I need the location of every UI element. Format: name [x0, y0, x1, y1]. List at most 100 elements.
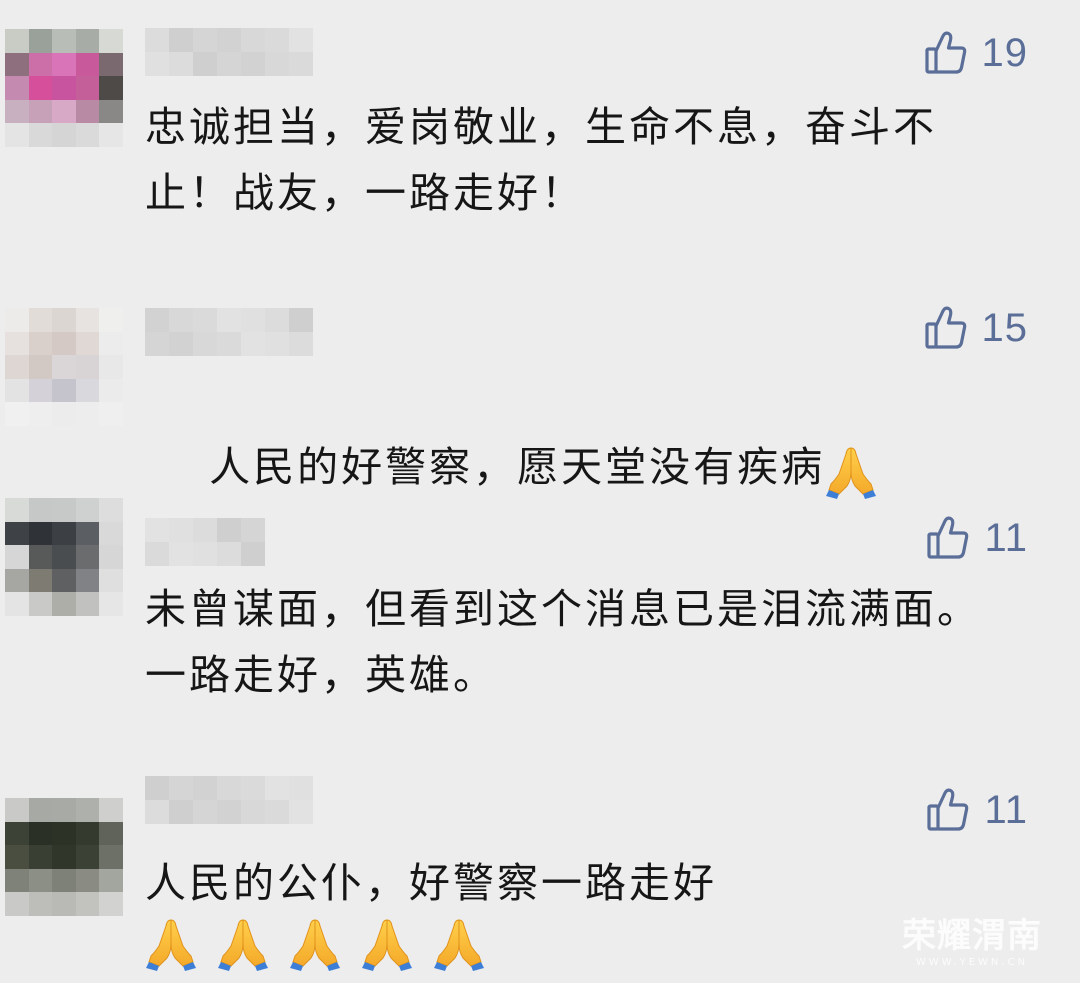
avatar-pixel — [99, 521, 123, 546]
name-pixel — [169, 542, 193, 566]
name-pixel — [289, 308, 313, 332]
name-pixel — [217, 776, 241, 800]
name-pixel — [241, 518, 265, 542]
avatar-pixel — [52, 545, 76, 569]
avatar-pixel — [99, 868, 123, 893]
avatar-pixel — [99, 845, 123, 869]
folded-hands-icon — [217, 916, 269, 972]
avatar-pixel — [52, 892, 76, 916]
avatar[interactable] — [5, 29, 123, 147]
name-pixel — [145, 518, 169, 542]
avatar-pixel — [28, 29, 53, 53]
name-pixel — [145, 800, 169, 824]
avatar-pixel — [75, 521, 100, 546]
comment-text-body: 人民的好警察，愿天堂没有疾病 — [209, 443, 826, 491]
name-pixel — [289, 776, 313, 800]
avatar-pixel — [28, 798, 53, 822]
avatar-pixel — [28, 402, 53, 426]
like-button[interactable]: 15 — [924, 305, 1029, 351]
avatar-pixel — [52, 308, 76, 332]
name-pixel — [241, 542, 265, 566]
like-button[interactable]: 19 — [924, 30, 1029, 76]
username-blurred[interactable] — [145, 518, 265, 566]
name-pixel — [241, 800, 265, 824]
avatar[interactable] — [5, 798, 123, 916]
avatar[interactable] — [5, 308, 123, 426]
name-pixel — [193, 332, 217, 356]
username-blurred[interactable] — [145, 776, 335, 824]
thumbs-up-icon — [926, 515, 970, 561]
name-pixel — [265, 28, 289, 52]
name-pixel — [169, 800, 193, 824]
folded-hands-icon — [145, 916, 197, 972]
name-pixel — [241, 332, 265, 356]
avatar-pixel — [52, 29, 76, 53]
like-button[interactable]: 11 — [926, 787, 1028, 833]
avatar-pixel — [99, 498, 123, 522]
avatar-pixel — [75, 331, 100, 356]
avatar-pixel — [28, 498, 53, 522]
avatar-pixel — [99, 29, 123, 53]
avatar-pixel — [28, 308, 53, 332]
avatar-pixel — [5, 378, 29, 403]
avatar-pixel — [28, 52, 53, 77]
avatar-pixel — [75, 592, 100, 616]
avatar-pixel — [75, 378, 100, 403]
avatar-pixel — [28, 892, 53, 916]
name-pixel — [193, 52, 217, 76]
avatar-pixel — [5, 99, 29, 124]
avatar-pixel — [99, 402, 123, 426]
avatar-pixel — [5, 868, 29, 893]
avatar-pixel — [75, 498, 100, 522]
avatar-pixel — [99, 378, 123, 403]
comment-text: 人民的公仆，好警察一路走好 — [145, 859, 717, 907]
avatar-pixel — [5, 331, 29, 356]
avatar-pixel — [52, 592, 76, 616]
comment-text: 忠诚担当，爱岗敬业，生命不息，奋斗不止！战友，一路走好！ — [145, 103, 937, 217]
avatar-pixel — [5, 498, 29, 522]
username-blurred[interactable] — [145, 308, 335, 356]
name-pixel — [289, 52, 313, 76]
avatar-pixel — [52, 378, 76, 403]
avatar-pixel — [5, 521, 29, 546]
avatar-pixel — [28, 545, 53, 569]
avatar-pixel — [28, 521, 53, 546]
avatar-pixel — [52, 521, 76, 546]
avatar-pixel — [75, 123, 100, 147]
avatar-pixel — [75, 402, 100, 426]
avatar-pixel — [5, 52, 29, 77]
name-pixel — [217, 28, 241, 52]
name-pixel — [265, 52, 289, 76]
name-pixel — [241, 52, 265, 76]
avatar-pixel — [99, 545, 123, 569]
avatar-pixel — [99, 308, 123, 332]
name-pixel — [145, 52, 169, 76]
avatar-pixel — [5, 845, 29, 869]
avatar-pixel — [28, 355, 53, 379]
avatar-pixel — [52, 498, 76, 522]
avatar[interactable] — [5, 498, 123, 616]
name-pixel — [169, 776, 193, 800]
comment-text: 未曾谋面，但看到这个消息已是泪流满面。一路走好，英雄。 — [145, 585, 981, 699]
name-pixel — [193, 800, 217, 824]
name-pixel — [193, 518, 217, 542]
avatar-pixel — [52, 568, 76, 593]
avatar-pixel — [5, 123, 29, 147]
like-count: 19 — [981, 30, 1028, 75]
name-pixel — [217, 308, 241, 332]
avatar-pixel — [5, 29, 29, 53]
avatar-pixel — [5, 355, 29, 379]
name-pixel — [217, 332, 241, 356]
comment-item: 15 人民的好警察，愿天堂没有疾病 — [0, 300, 1080, 499]
avatar-pixel — [28, 331, 53, 356]
like-count: 15 — [981, 305, 1028, 350]
name-pixel — [289, 28, 313, 52]
folded-hands-icon — [289, 916, 341, 972]
folded-hands-icon — [433, 916, 485, 972]
username-blurred[interactable] — [145, 28, 335, 76]
like-button[interactable]: 11 — [926, 515, 1028, 561]
name-pixel — [169, 518, 193, 542]
avatar-pixel — [99, 821, 123, 846]
avatar-pixel — [52, 331, 76, 356]
like-count: 11 — [984, 787, 1028, 832]
